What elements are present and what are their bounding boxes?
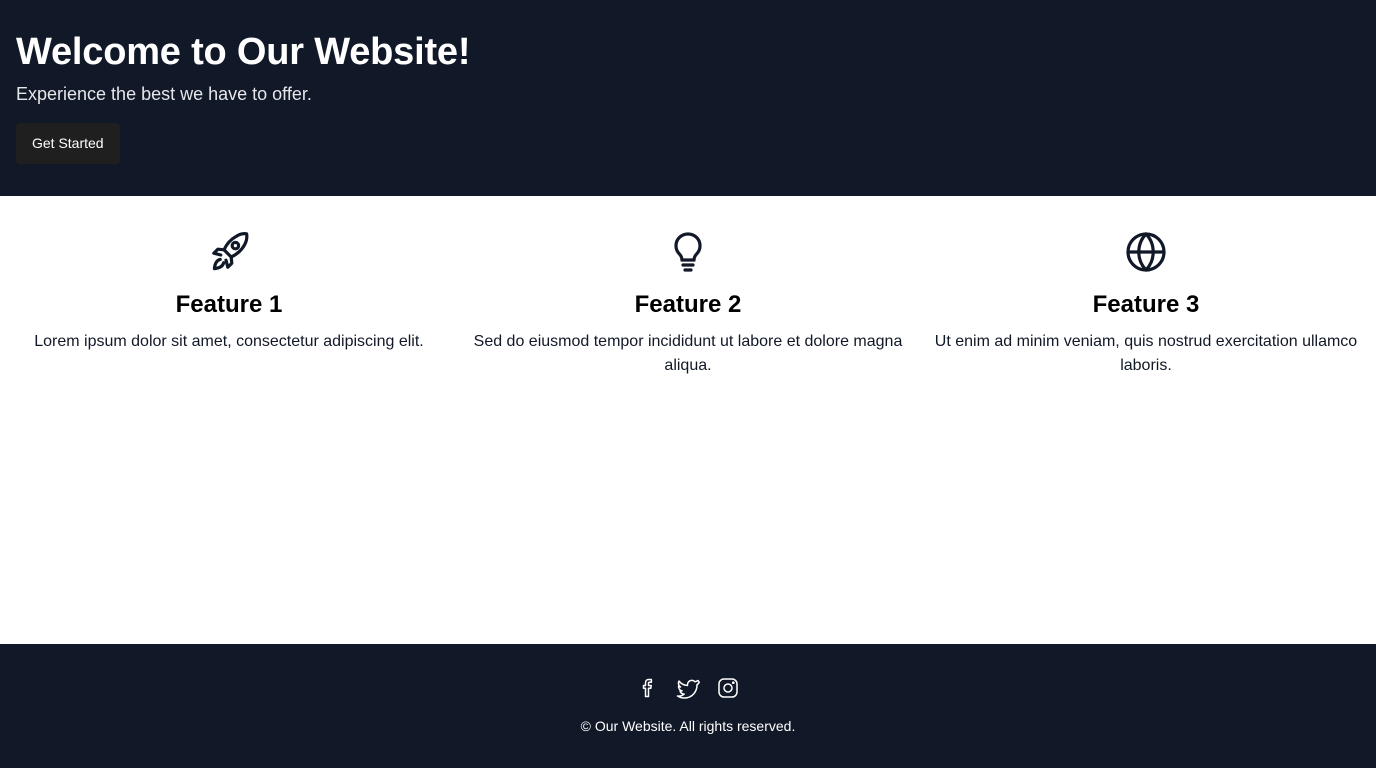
instagram-link[interactable] bbox=[716, 676, 740, 700]
hero-section: Welcome to Our Website! Experience the b… bbox=[0, 0, 1376, 196]
get-started-button[interactable]: Get Started bbox=[16, 123, 120, 164]
feature-description: Ut enim ad minim veniam, quis nostrud ex… bbox=[934, 333, 1358, 374]
lightbulb-icon bbox=[674, 232, 702, 272]
hero-title: Welcome to Our Website! bbox=[16, 31, 471, 73]
rocket-icon bbox=[212, 231, 249, 271]
feature-description: Sed do eiusmod tempor incididunt ut labo… bbox=[473, 333, 903, 374]
feature-card: Feature 1 Lorem ipsum dolor sit amet, co… bbox=[14, 228, 444, 354]
facebook-icon bbox=[642, 678, 653, 698]
features-section: Feature 1 Lorem ipsum dolor sit amet, co… bbox=[0, 196, 1376, 644]
twitter-icon bbox=[676, 679, 700, 699]
feature-card: Feature 3 Ut enim ad minim veniam, quis … bbox=[931, 228, 1361, 378]
copyright-text: © Our Website. All rights reserved. bbox=[580, 718, 796, 734]
twitter-link[interactable] bbox=[676, 676, 700, 700]
feature-description: Lorem ipsum dolor sit amet, consectetur … bbox=[34, 333, 424, 350]
footer: © Our Website. All rights reserved. bbox=[0, 644, 1376, 768]
feature-title: Feature 1 bbox=[175, 291, 283, 318]
facebook-link[interactable] bbox=[636, 676, 660, 700]
instagram-icon bbox=[718, 678, 738, 698]
feature-title: Feature 2 bbox=[634, 291, 742, 318]
social-links bbox=[0, 676, 1376, 700]
feature-title: Feature 3 bbox=[1092, 291, 1200, 318]
hero-subtitle: Experience the best we have to offer. bbox=[16, 84, 312, 104]
feature-card: Feature 2 Sed do eiusmod tempor incididu… bbox=[473, 228, 903, 378]
globe-icon bbox=[1126, 232, 1166, 272]
